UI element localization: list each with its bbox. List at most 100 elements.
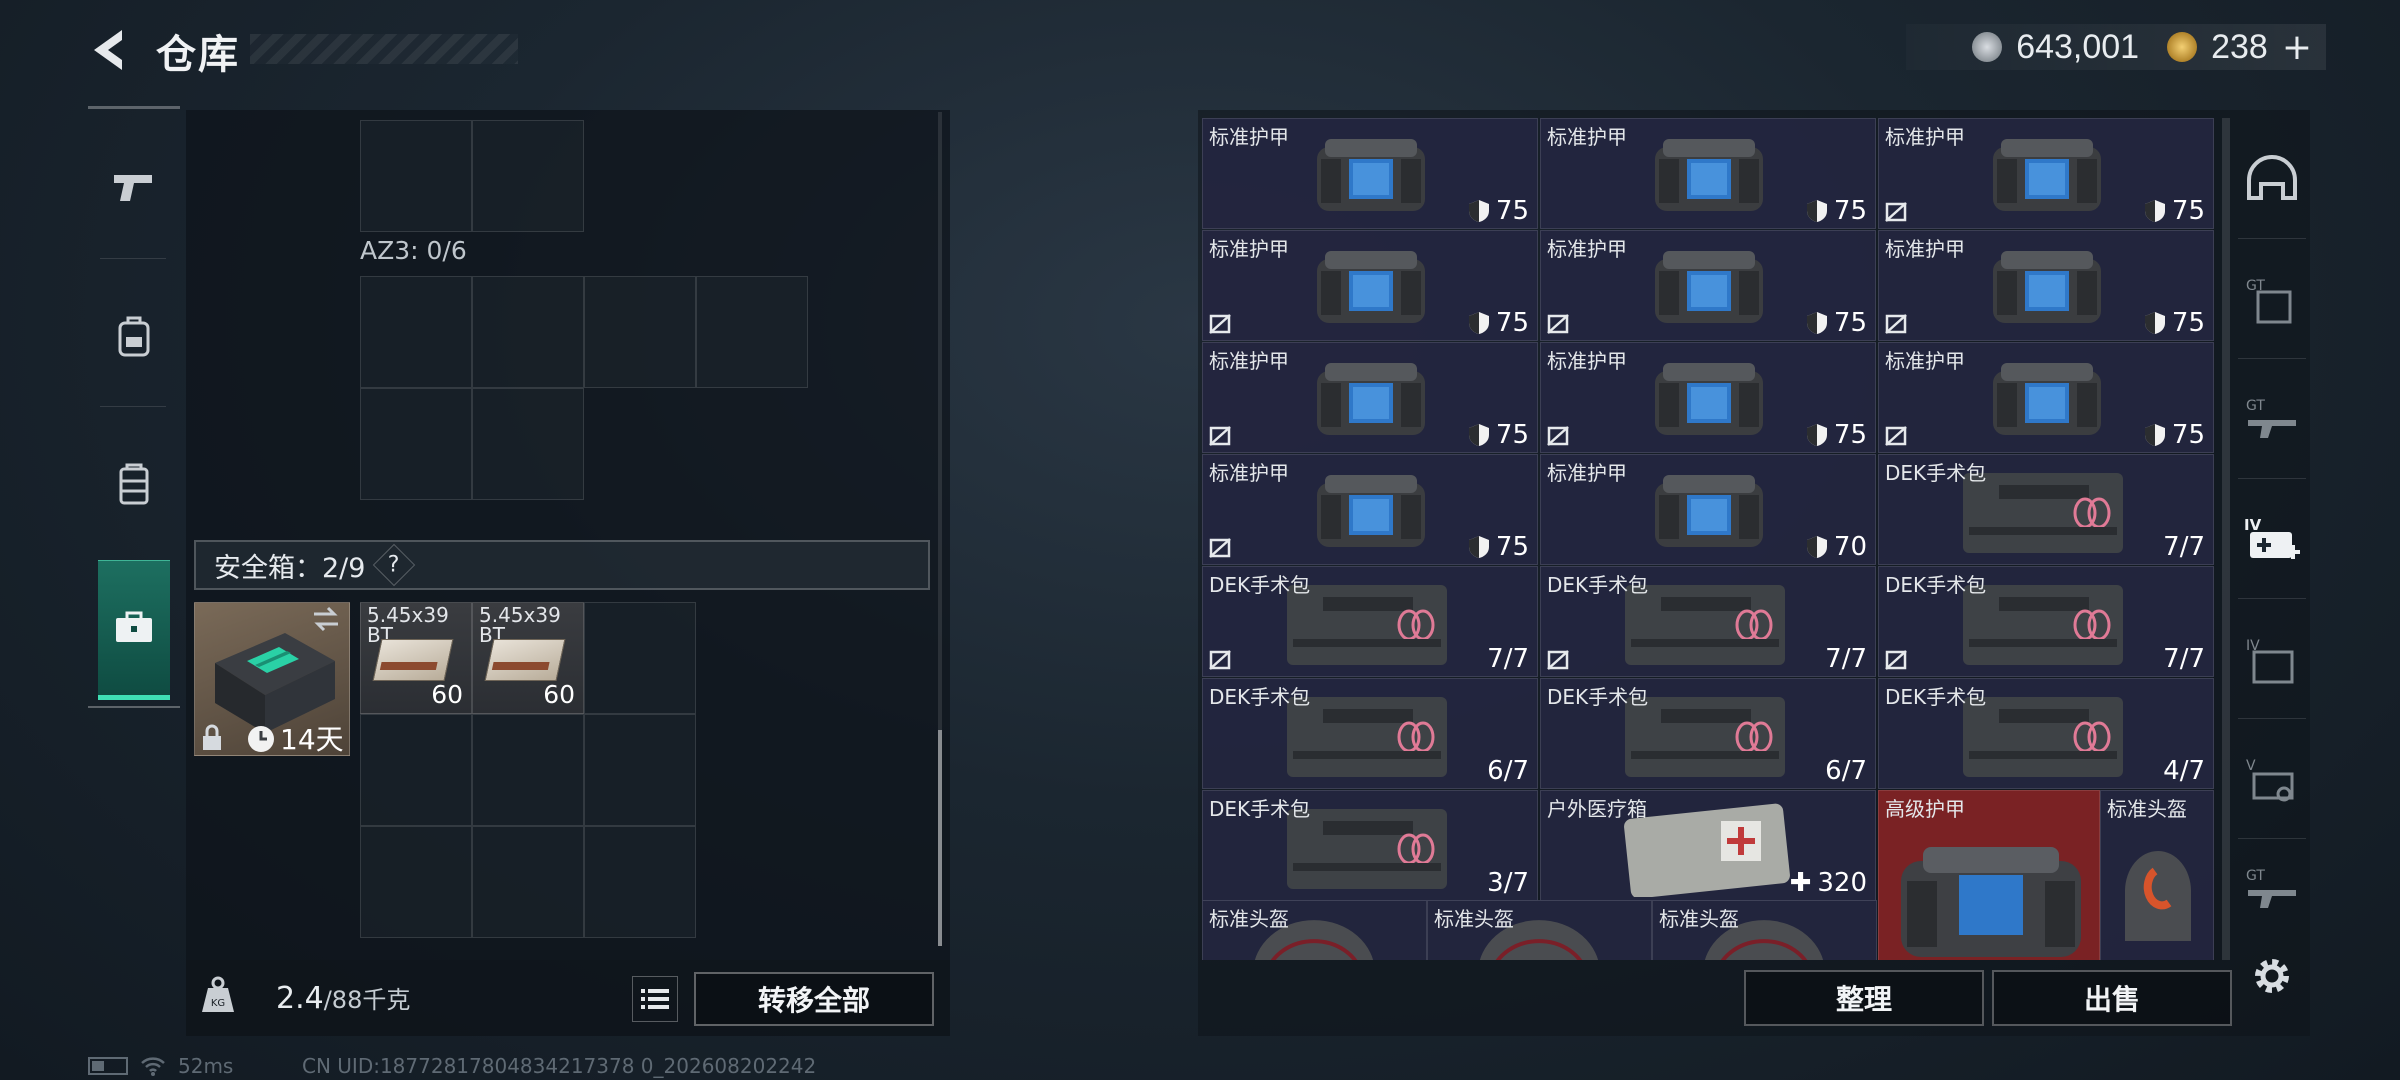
safe-box-slot[interactable]	[472, 714, 584, 826]
tab-divider	[2238, 598, 2306, 599]
safe-box-header: 安全箱：2/9 ?	[194, 540, 930, 590]
az3-slot[interactable]	[360, 388, 472, 500]
weight-limit: /88千克	[323, 986, 411, 1014]
tab-divider	[2238, 478, 2306, 479]
stash-item-vest[interactable]: 标准护甲 75	[1878, 118, 2214, 229]
uses-value: 4/7	[2163, 756, 2205, 786]
az3-slot[interactable]	[360, 276, 472, 388]
item-value: 7/7	[2163, 644, 2205, 674]
tier-v-icon: V	[2246, 758, 2294, 802]
safe-box-slot[interactable]	[360, 826, 472, 938]
rail-divider	[100, 406, 166, 407]
svg-text:IV: IV	[2244, 516, 2262, 534]
durability-value: 75	[2171, 420, 2205, 450]
silver-coin-icon	[1972, 32, 2003, 62]
item-name: 高级护甲	[1885, 797, 1965, 821]
sort-button[interactable]: 整理	[1744, 970, 1984, 1026]
grid-slot[interactable]	[472, 120, 584, 232]
durability-shield-icon	[1806, 200, 1827, 222]
item-name: DEK手术包	[1885, 573, 1987, 597]
az3-slot[interactable]	[472, 276, 584, 388]
stash-item-helmet[interactable]: 标准头盔	[1202, 900, 1427, 960]
ammo-count: 60	[431, 680, 463, 709]
stash-item-vest[interactable]: 标准护甲 75	[1540, 118, 1876, 229]
stash-item-helmet[interactable]: 标准头盔	[1427, 900, 1652, 960]
stash-item-kit[interactable]: DEK手术包 3/7	[1202, 790, 1538, 901]
safe-box-slot[interactable]	[472, 826, 584, 938]
transfer-all-button[interactable]: 转移全部	[694, 972, 934, 1026]
stash-item-helmet[interactable]: 标准头盔	[2100, 790, 2214, 960]
list-icon	[641, 989, 669, 1009]
tab-gun-t3-alt[interactable]: GT	[2232, 830, 2312, 950]
stash-item-vest[interactable]: 标准护甲 75	[1540, 230, 1876, 341]
user-uid: CN UID:18772817804834217378 0_2026082022…	[302, 1054, 817, 1078]
item-value: 7/7	[2163, 532, 2205, 562]
tab-armor-t3[interactable]: GT	[2232, 240, 2312, 360]
stash-item-vest[interactable]: 标准护甲 75	[1878, 230, 2214, 341]
rail-backpack-tab[interactable]	[88, 276, 180, 396]
plus-icon: ✚	[1789, 868, 1812, 898]
cannot-sell-icon	[1209, 538, 1231, 558]
rail-weapons-tab[interactable]	[88, 128, 180, 248]
ammo-slot-item[interactable]: 5.45x39 BT 60	[472, 602, 584, 714]
stash-item-vest[interactable]: 标准护甲 75	[1202, 454, 1538, 565]
stash-item-helmet[interactable]: 标准头盔	[1652, 900, 1877, 960]
safe-box-help-button[interactable]: ?	[373, 543, 416, 587]
back-arrow-icon[interactable]	[86, 26, 130, 74]
stash-item-vest[interactable]: 标准护甲 70	[1540, 454, 1876, 565]
sell-button[interactable]: 出售	[1992, 970, 2232, 1026]
armor-vest-image	[1993, 363, 2101, 435]
az3-slot[interactable]	[584, 276, 696, 388]
ammo-slot-item[interactable]: 5.45x39 BT 60	[360, 602, 472, 714]
svg-text:KG: KG	[211, 998, 225, 1009]
item-name: DEK手术包	[1209, 685, 1311, 709]
stash-item-kit[interactable]: DEK手术包 6/7	[1540, 678, 1876, 789]
add-currency-button[interactable]: +	[2282, 27, 2312, 68]
safe-box-slot[interactable]	[584, 714, 696, 826]
safe-box-slot[interactable]	[584, 602, 696, 714]
stash-item-vest[interactable]: 标准护甲 75	[1202, 230, 1538, 341]
az3-slot[interactable]	[472, 388, 584, 500]
durability-value: 75	[1495, 532, 1529, 562]
stash-item-vest[interactable]: 标准护甲 75	[1540, 342, 1876, 453]
stash-item-kit[interactable]: DEK手术包 7/7	[1878, 454, 2214, 565]
settings-gear-icon[interactable]	[2248, 952, 2296, 1000]
safe-box-slot[interactable]	[584, 826, 696, 938]
tab-helmet[interactable]	[2232, 118, 2312, 238]
stash-scrollbar[interactable]	[2222, 118, 2230, 960]
durability-shield-icon	[1468, 200, 1489, 222]
tab-med-t4[interactable]: IV	[2232, 480, 2312, 600]
item-value: 75	[2144, 196, 2205, 226]
stash-item-vest[interactable]: 标准护甲 75	[1202, 118, 1538, 229]
stash-item-kit[interactable]: DEK手术包 6/7	[1202, 678, 1538, 789]
item-name: DEK手术包	[1209, 573, 1311, 597]
durability-value: 75	[1833, 420, 1867, 450]
stash-item-kit[interactable]: DEK手术包 7/7	[1878, 566, 2214, 677]
rail-rig-tab[interactable]	[88, 424, 180, 544]
swap-icon[interactable]	[310, 606, 342, 632]
tab-storage-t4[interactable]: IV	[2232, 600, 2312, 720]
stash-item-kit[interactable]: DEK手术包 4/7	[1878, 678, 2214, 789]
gold-coin-icon	[2167, 32, 2198, 62]
ammo-box-icon	[484, 639, 566, 681]
cannot-sell-icon	[1209, 426, 1231, 446]
list-view-button[interactable]	[632, 976, 678, 1022]
stash-item-kit[interactable]: DEK手术包 7/7	[1202, 566, 1538, 677]
grid-slot[interactable]	[360, 120, 472, 232]
az3-slot[interactable]	[696, 276, 808, 388]
item-name: 标准护甲	[1209, 349, 1289, 373]
loadout-scrollbar-thumb[interactable]	[938, 730, 942, 946]
stash-item-kit[interactable]: DEK手术包 7/7	[1540, 566, 1876, 677]
stash-item-vest[interactable]: 标准护甲 75	[1202, 342, 1538, 453]
tab-t5[interactable]: V	[2232, 720, 2312, 840]
stash-item-medbox[interactable]: 户外医疗箱 ✚ 320	[1540, 790, 1876, 901]
item-name: DEK手术包	[1547, 573, 1649, 597]
stash-item-high-armor[interactable]: 高级护甲	[1878, 790, 2100, 960]
cannot-sell-icon	[1885, 426, 1907, 446]
helmet-icon	[2247, 155, 2297, 200]
stash-item-vest[interactable]: 标准护甲 75	[1878, 342, 2214, 453]
safe-box-slot[interactable]	[360, 714, 472, 826]
tab-gun-t3[interactable]: GT	[2232, 360, 2312, 480]
armor-vest-image	[1655, 139, 1763, 211]
weight-current: 2.4	[276, 981, 324, 1016]
